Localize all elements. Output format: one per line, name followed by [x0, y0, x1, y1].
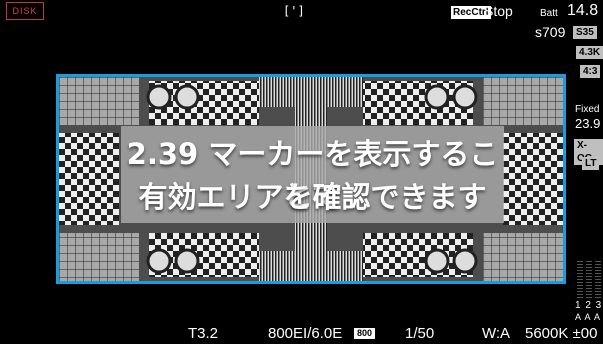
frame-rate: 23.9: [575, 116, 601, 131]
frame-rate-mode: Fixed: [575, 104, 600, 115]
exposure-index: 800EI/6.0E: [268, 325, 343, 342]
audio-channels: 1 2 3: [575, 300, 603, 311]
codec-quality-badge: LT: [582, 157, 600, 170]
battery-voltage: 14.8: [567, 2, 599, 19]
iris-value: T3.2: [188, 325, 219, 342]
battery-label: Batt: [540, 8, 558, 19]
iso-badge: 800: [354, 328, 376, 339]
media-status-indicator: DISK: [6, 2, 44, 20]
marker-frame: 2.39 マーカーを表示することで 有効エリアを確認できます: [56, 74, 566, 284]
resolution-badge: 4.3K: [576, 46, 603, 59]
focus-bracket-icon: [']: [283, 4, 305, 18]
aspect-badge: 4:3: [580, 65, 601, 78]
info-banner: 2.39 マーカーを表示することで 有効エリアを確認できます: [121, 126, 504, 223]
color-temperature: 5600K ±00: [525, 325, 598, 342]
shutter-value: 1/50: [405, 325, 435, 342]
gamma-setting: s709: [535, 24, 566, 40]
imager-mode-badge: S35: [573, 26, 597, 39]
banner-line-2: 有効エリアを確認できます: [138, 180, 487, 214]
audio-level-meter: [577, 258, 603, 298]
white-balance-mode: W:A: [482, 325, 511, 342]
audio-mode: A A A: [575, 312, 602, 322]
rec-status: Stop: [484, 3, 513, 19]
